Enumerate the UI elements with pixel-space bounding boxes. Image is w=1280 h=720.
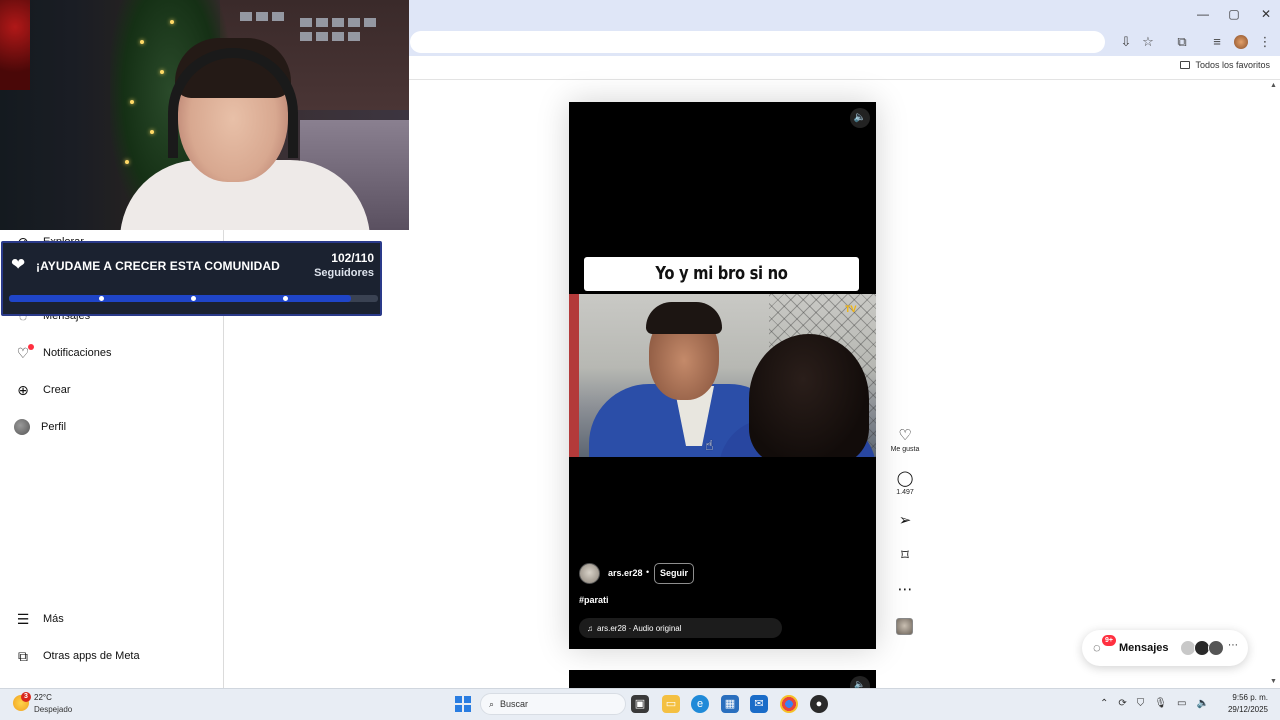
messages-label: Mensajes	[1119, 642, 1169, 654]
next-reel-video[interactable]	[569, 670, 876, 688]
chrome-icon[interactable]	[780, 695, 798, 713]
heart-icon: ❤	[11, 255, 26, 274]
weather-badge: 3	[21, 692, 31, 702]
hamburger-icon: ☰	[16, 611, 30, 627]
author-separator: •	[646, 567, 650, 577]
notification-dot	[28, 344, 34, 350]
star-icon[interactable]: ☆	[1139, 33, 1157, 51]
heart-icon: ♡	[898, 427, 912, 444]
scroll-up-arrow[interactable]: ▲	[1270, 82, 1277, 89]
sidebar-item-label: Perfil	[41, 421, 67, 433]
sidebar-item-meta-apps[interactable]: ⧉ Otras apps de Meta	[14, 647, 140, 665]
webcam-overlay	[0, 0, 409, 230]
sidebar-item-label: Crear	[43, 384, 71, 396]
clock-time[interactable]: 9:56 p. m.	[1225, 693, 1268, 702]
audio-label: ars.er28 · Audio original	[597, 623, 682, 633]
messages-button[interactable]: ◌ 9+ Mensajes ⋯	[1082, 630, 1248, 666]
save-button[interactable]: ⌑	[888, 548, 922, 564]
comment-icon: ◯	[896, 470, 914, 487]
more-menu-icon[interactable]: ⋮	[1256, 33, 1274, 51]
minimize-icon[interactable]: —	[1193, 4, 1213, 24]
scroll-down-arrow[interactable]: ▼	[1270, 678, 1277, 685]
goal-progress-bar	[9, 295, 378, 302]
close-icon[interactable]: ✕	[1256, 4, 1276, 24]
maximize-icon[interactable]: ▢	[1224, 4, 1244, 24]
file-explorer-icon[interactable]: ▭	[662, 695, 680, 713]
windows-start-icon[interactable]	[455, 696, 471, 712]
weather-temperature[interactable]: 22°C	[34, 693, 52, 702]
author-avatar[interactable]	[579, 563, 600, 584]
send-icon: ➢	[898, 512, 912, 529]
sidebar-item-profile[interactable]: Perfil	[14, 419, 66, 435]
goal-milestone-dot	[99, 296, 104, 301]
tv-watermark-logo: TV	[845, 304, 857, 314]
goal-title: ¡AYUDAME A CRECER ESTA COMUNIDAD	[36, 259, 280, 273]
audio-thumbnail[interactable]	[896, 618, 913, 635]
goal-count: 102/110	[331, 251, 374, 265]
music-note-icon: ♫	[587, 623, 593, 633]
install-app-icon[interactable]: ⇩	[1117, 33, 1135, 51]
clock-date[interactable]: 29/12/2025	[1225, 705, 1268, 714]
extensions-icon[interactable]: ⧉	[1173, 33, 1191, 51]
sidebar-item-label: Notificaciones	[43, 347, 112, 359]
weather-description[interactable]: Despejado	[34, 705, 72, 714]
avatar	[1208, 640, 1224, 656]
sidebar-item-label: Más	[43, 613, 64, 625]
messenger-icon: ◌	[1093, 640, 1101, 655]
sync-icon[interactable]: ⟳	[1118, 698, 1126, 709]
all-favorites-label: Todos los favoritos	[1195, 60, 1270, 70]
more-options-button[interactable]: ⋯	[888, 582, 922, 598]
sidebar-item-create[interactable]: ⊕ Crear	[14, 381, 71, 399]
microphone-icon[interactable]: 🎙	[1154, 698, 1167, 709]
network-icon[interactable]: ▭	[1177, 698, 1186, 709]
plus-square-icon: ⊕	[17, 382, 29, 398]
all-favorites-button[interactable]: Todos los favoritos	[1180, 60, 1270, 70]
sidebar-item-label: Otras apps de Meta	[43, 650, 140, 662]
outlook-icon[interactable]: ✉	[750, 695, 768, 713]
search-placeholder: Buscar	[500, 699, 529, 709]
address-bar[interactable]	[410, 31, 1105, 53]
reel-caption-text: Yo y mi bro si no conseguimos novia	[645, 263, 799, 318]
like-label: Me gusta	[890, 446, 920, 453]
messages-badge: 9+	[1102, 635, 1116, 646]
goal-milestone-dot	[191, 296, 196, 301]
taskbar-search[interactable]: ⌕ Buscar	[480, 693, 626, 715]
volume-icon[interactable]: 🔈	[850, 108, 870, 128]
avatar	[14, 419, 30, 435]
like-button[interactable]: ♡ Me gusta	[888, 427, 922, 454]
audio-link[interactable]: ♫ ars.er28 · Audio original	[579, 618, 782, 638]
hand-cursor-icon: ☝	[705, 437, 714, 453]
follower-goal-widget: ❤ ¡AYUDAME A CRECER ESTA COMUNIDAD 102/1…	[1, 241, 382, 316]
media-controls-icon[interactable]: ≡	[1208, 33, 1226, 51]
comment-button[interactable]: ◯ 1.497	[888, 470, 922, 497]
goal-milestone-dot	[283, 296, 288, 301]
task-view-icon[interactable]: ▣	[631, 695, 649, 713]
bookmark-icon: ⌑	[901, 547, 909, 564]
reel-caption-box: Yo y mi bro si no conseguimos novia	[584, 257, 859, 318]
reel-hashtag[interactable]: #parati	[579, 595, 609, 605]
edge-icon[interactable]: e	[691, 695, 709, 713]
speaker-icon[interactable]: 🔈	[1196, 698, 1208, 709]
system-tray: ⌃ ⟳ ⛉ 🎙 ▭ 🔈	[1100, 698, 1209, 709]
app-icon[interactable]: ●	[810, 695, 828, 713]
more-icon: ⋯	[1228, 640, 1238, 651]
profile-avatar[interactable]	[1234, 35, 1248, 49]
more-icon: ⋯	[897, 581, 913, 598]
search-icon: ⌕	[489, 698, 495, 709]
goal-label: Seguidores	[314, 267, 374, 279]
comment-count: 1.497	[896, 489, 914, 496]
video-frame	[569, 294, 876, 457]
share-button[interactable]: ➢	[888, 513, 922, 529]
author-name[interactable]: ars.er28	[608, 568, 643, 578]
shield-icon[interactable]: ⛉	[1137, 698, 1145, 709]
chevron-up-icon[interactable]: ⌃	[1100, 698, 1108, 709]
sidebar-item-more[interactable]: ☰ Más	[14, 610, 64, 628]
folder-icon	[1180, 61, 1191, 69]
store-icon[interactable]: ▦	[721, 695, 739, 713]
follow-button[interactable]: Seguir	[654, 563, 695, 584]
meta-apps-icon: ⧉	[18, 648, 28, 664]
goal-progress-fill	[9, 295, 352, 302]
